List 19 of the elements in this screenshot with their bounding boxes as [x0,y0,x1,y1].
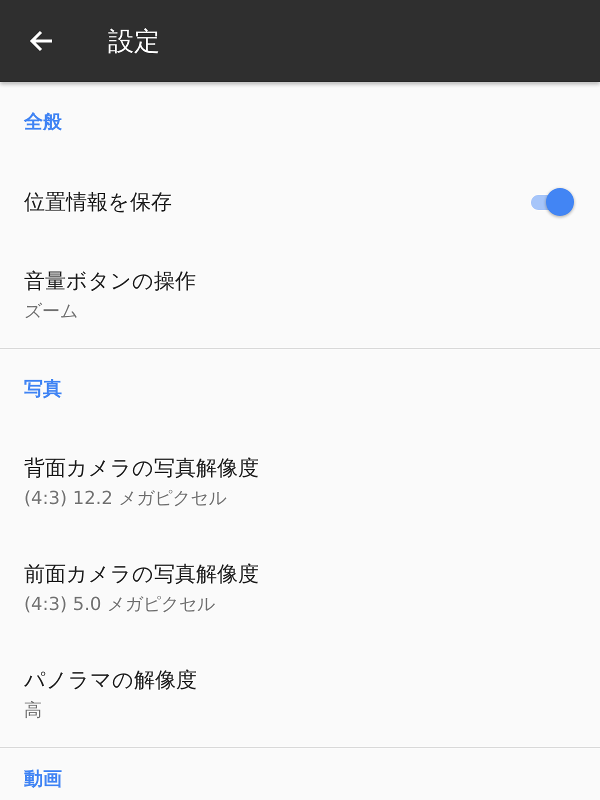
settings-item[interactable]: 音量ボタンの操作 ズーム [0,242,600,348]
screen-title: 設定 [108,26,160,58]
setting-title: 音量ボタンの操作 [24,268,197,295]
settings-item[interactable]: 位置情報を保存 [0,162,600,242]
section-header: 全般 [22,110,63,135]
back-arrow-icon[interactable] [28,29,54,53]
settings-item[interactable]: 背面カメラの写真解像度 (4:3) 12.2 メガピクセル [0,429,600,535]
setting-value: ズーム [24,300,79,323]
setting-title: パノラマの解像度 [24,667,198,694]
setting-title: 背面カメラの写真解像度 [24,455,260,482]
settings-item[interactable]: 前面カメラの写真解像度 (4:3) 5.0 メガピクセル [0,535,600,641]
setting-title: 位置情報を保存 [24,189,172,216]
setting-value: 高 [24,699,43,722]
section-header: 写真 [23,377,63,402]
section-header: 動画 [23,767,63,792]
settings-item[interactable]: パノラマの解像度 高 [0,641,600,747]
setting-value: (4:3) 12.2 メガピクセル [24,487,228,510]
setting-value: (4:3) 5.0 メガピクセル [24,593,216,616]
setting-title: 前面カメラの写真解像度 [24,561,260,588]
